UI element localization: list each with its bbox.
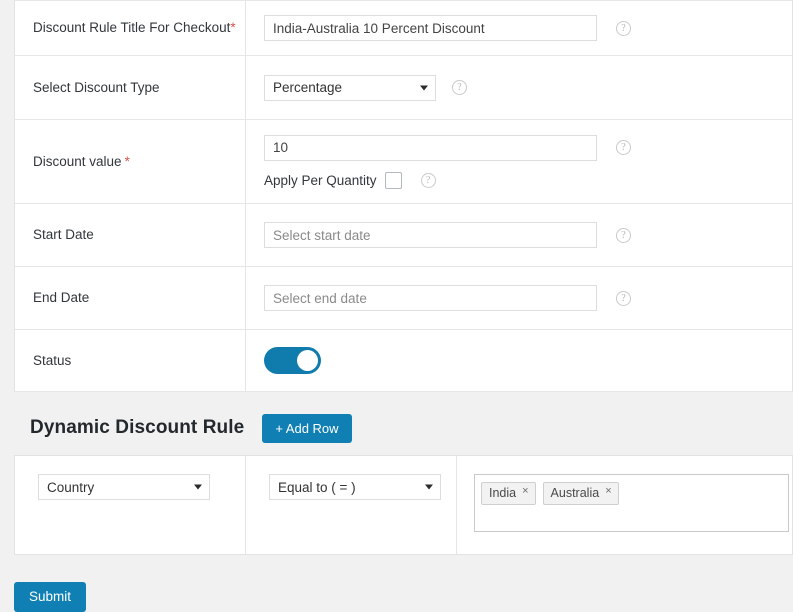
help-icon-discount-title[interactable]: ? [616, 20, 631, 36]
help-icon-discount-type[interactable]: ? [452, 80, 467, 95]
add-row-button[interactable]: + Add Row [262, 413, 352, 443]
field-line-end-date: ? [264, 285, 792, 311]
rule-field-select[interactable]: Country [38, 474, 210, 500]
form-row-start-date: Start Date ? [15, 204, 792, 267]
required-asterisk-value: * [124, 153, 130, 169]
field-cell-status [246, 330, 792, 391]
discount-rule-form-page: Discount Rule Title For Checkout* ? Sele… [0, 0, 793, 612]
label-discount-title: Discount Rule Title For Checkout* [33, 19, 236, 37]
discount-type-select[interactable]: Percentage [264, 74, 436, 101]
label-cell-discount-type: Select Discount Type [15, 56, 246, 119]
discount-title-input[interactable] [264, 15, 597, 41]
field-line-discount-type: Percentage ? [264, 74, 792, 101]
field-cell-discount-title: ? [246, 1, 792, 55]
rule-values-multiselect[interactable]: India × Australia × [474, 474, 789, 532]
tag-australia-label: Australia [550, 486, 600, 500]
tag-australia[interactable]: Australia × [542, 482, 619, 506]
submit-area: Submit [14, 582, 87, 612]
help-icon-start-date[interactable]: ? [616, 227, 631, 243]
label-cell-start-date: Start Date [15, 204, 246, 266]
apply-per-quantity-row: Apply Per Quantity ? [264, 171, 792, 189]
help-icon-apply-per-quantity[interactable]: ? [420, 172, 436, 188]
field-cell-discount-type: Percentage ? [246, 56, 792, 119]
label-cell-status: Status [15, 330, 246, 391]
dynamic-discount-rule-header: Dynamic Discount Rule + Add Row [0, 401, 793, 455]
dynamic-rule-row: Country Equal to ( = ) India × Australia… [14, 455, 793, 555]
label-discount-value-text: Discount value [33, 153, 122, 169]
rule-field-cell: Country [15, 456, 246, 554]
label-cell-discount-value: Discount value * [15, 120, 246, 203]
rule-field-selected-value: Country [47, 479, 95, 495]
field-cell-discount-value: ? Apply Per Quantity ? [246, 120, 792, 203]
field-line-discount-value: ? [264, 134, 792, 161]
label-discount-value: Discount value * [33, 153, 130, 171]
status-toggle[interactable] [264, 347, 321, 374]
rule-operator-selected-value: Equal to ( = ) [278, 479, 356, 495]
label-status: Status [33, 352, 72, 368]
chevron-down-icon [425, 484, 433, 490]
form-row-end-date: End Date ? [15, 267, 792, 330]
field-line-start-date: ? [264, 222, 792, 248]
discount-value-input[interactable] [264, 134, 597, 161]
label-end-date: End Date [33, 290, 90, 306]
help-icon-end-date[interactable]: ? [616, 290, 631, 306]
dynamic-discount-rule-title: Dynamic Discount Rule [30, 417, 245, 438]
form-row-discount-type: Select Discount Type Percentage ? [15, 56, 792, 120]
required-asterisk-title: * [230, 20, 236, 36]
discount-type-selected-value: Percentage [273, 80, 343, 95]
close-icon[interactable]: × [522, 486, 528, 497]
label-cell-end-date: End Date [15, 267, 246, 329]
form-row-discount-value: Discount value* ? Apply Per Quantity ? [15, 120, 792, 204]
status-toggle-knob [297, 350, 318, 371]
tag-india-label: India [489, 486, 517, 500]
close-icon[interactable]: × [605, 486, 611, 497]
field-cell-end-date: ? [246, 267, 792, 329]
label-cell-discount-title: Discount Rule Title For Checkout* [15, 1, 246, 55]
label-apply-per-quantity: Apply Per Quantity [264, 172, 377, 188]
end-date-input[interactable] [264, 285, 597, 311]
label-discount-type: Select Discount Type [33, 79, 160, 95]
field-cell-start-date: ? [246, 204, 792, 266]
form-row-discount-title: Discount Rule Title For Checkout* ? [15, 0, 792, 56]
rule-operator-cell: Equal to ( = ) [246, 456, 457, 554]
field-line-discount-title: ? [264, 15, 792, 41]
start-date-input[interactable] [264, 222, 597, 248]
apply-per-quantity-checkbox[interactable] [384, 171, 402, 189]
chevron-down-icon [420, 85, 428, 90]
rule-operator-select[interactable]: Equal to ( = ) [269, 474, 441, 500]
chevron-down-icon [194, 484, 202, 490]
field-line-status [264, 347, 792, 374]
label-discount-title-text: Discount Rule Title For Checkout [33, 20, 231, 36]
submit-button[interactable]: Submit [14, 582, 87, 612]
help-icon-discount-value[interactable]: ? [616, 140, 631, 155]
tag-india[interactable]: India × [481, 482, 536, 506]
rule-values-cell: India × Australia × [457, 456, 792, 554]
form-row-status: Status [15, 330, 792, 392]
label-start-date: Start Date [33, 227, 94, 243]
discount-settings-panel: Discount Rule Title For Checkout* ? Sele… [14, 0, 793, 392]
